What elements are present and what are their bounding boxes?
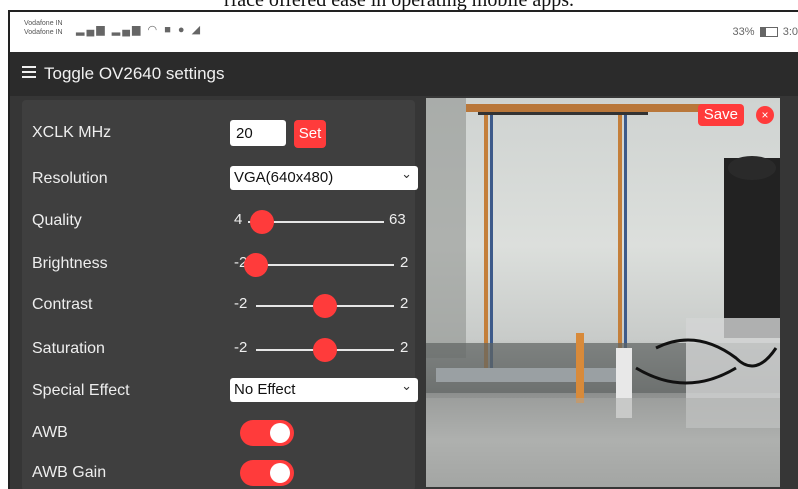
toggle-settings-link[interactable]: Toggle OV2640 settings: [44, 64, 225, 84]
brightness-slider[interactable]: [244, 253, 394, 277]
contrast-slider-thumb[interactable]: [313, 294, 337, 318]
contrast-max: 2: [400, 295, 409, 312]
resolution-select[interactable]: VGA(640x480) ⌄: [230, 166, 418, 190]
quality-label: Quality: [32, 212, 82, 229]
carrier-1: Vodafone IN: [24, 20, 63, 27]
quality-min: 4: [234, 211, 243, 228]
awb-gain-row: AWB Gain: [30, 458, 410, 488]
carrier-2: Vodafone IN: [24, 29, 63, 36]
xclk-input[interactable]: [230, 120, 286, 146]
resolution-value: VGA(640x480): [234, 169, 334, 186]
chevron-down-icon: ⌄: [401, 166, 412, 181]
awb-gain-label: AWB Gain: [32, 464, 107, 481]
contrast-row: Contrast -2 2: [30, 290, 410, 320]
saturation-label: Saturation: [32, 340, 105, 357]
brightness-row: Brightness -2 2: [30, 249, 410, 279]
special-effect-row: Special Effect No Effect ⌄: [30, 376, 418, 406]
app-header: Toggle OV2640 settings: [10, 52, 798, 96]
xclk-row: XCLK MHz Set: [30, 118, 410, 148]
carrier-labels: Vodafone IN Vodafone IN: [24, 19, 63, 37]
saturation-slider[interactable]: [256, 338, 394, 362]
contrast-label: Contrast: [32, 296, 93, 313]
resolution-label: Resolution: [32, 170, 108, 187]
quality-slider[interactable]: [248, 210, 384, 234]
chevron-down-icon: ⌄: [401, 378, 412, 393]
awb-gain-toggle-knob: [270, 463, 290, 483]
status-right: 33% 3:0: [733, 26, 798, 38]
resolution-row: Resolution VGA(640x480) ⌄: [30, 164, 418, 194]
camera-stream: Save ×: [426, 98, 780, 487]
saturation-max: 2: [400, 339, 409, 356]
status-bar: Vodafone IN Vodafone IN ▂▄▆ ▂▄▆ ◠ ■ ● ◢ …: [10, 12, 798, 52]
clock: 3:0: [782, 26, 798, 38]
awb-gain-toggle[interactable]: [240, 460, 294, 486]
save-button[interactable]: Save: [697, 104, 744, 126]
contrast-min: -2: [234, 295, 248, 312]
quality-slider-thumb[interactable]: [249, 210, 274, 234]
battery-icon: [759, 27, 778, 38]
signal-icons: ▂▄▆ ▂▄▆ ◠ ■ ● ◢: [76, 24, 203, 36]
special-effect-select[interactable]: No Effect ⌄: [230, 378, 418, 402]
phone-screen: Vodafone IN Vodafone IN ▂▄▆ ▂▄▆ ◠ ■ ● ◢ …: [8, 10, 798, 489]
saturation-slider-thumb[interactable]: [313, 338, 337, 362]
xclk-label: XCLK MHz: [32, 124, 112, 141]
brightness-label: Brightness: [32, 255, 108, 272]
settings-panel: XCLK MHz Set Resolution VGA(640x480) ⌄ Q…: [22, 100, 418, 489]
xclk-set-button[interactable]: Set: [294, 120, 326, 148]
close-icon[interactable]: ×: [756, 106, 774, 124]
battery-percent: 33%: [732, 26, 755, 38]
stream-frame-image: [426, 98, 780, 487]
quality-max: 63: [389, 211, 406, 228]
awb-row: AWB: [30, 418, 410, 448]
special-effect-value: No Effect: [234, 381, 296, 398]
saturation-min: -2: [234, 339, 248, 356]
awb-toggle[interactable]: [240, 420, 294, 446]
brightness-max: 2: [400, 254, 409, 271]
figure-caption: rface offered ease in operating mobile a…: [223, 0, 575, 11]
awb-toggle-knob: [270, 423, 290, 443]
hamburger-menu-icon[interactable]: [22, 66, 36, 80]
brightness-slider-thumb[interactable]: [244, 253, 268, 277]
saturation-row: Saturation -2 2: [30, 334, 410, 364]
quality-row: Quality 4 63: [30, 206, 410, 236]
awb-label: AWB: [32, 424, 68, 441]
contrast-slider[interactable]: [256, 294, 394, 318]
special-effect-label: Special Effect: [32, 382, 130, 399]
